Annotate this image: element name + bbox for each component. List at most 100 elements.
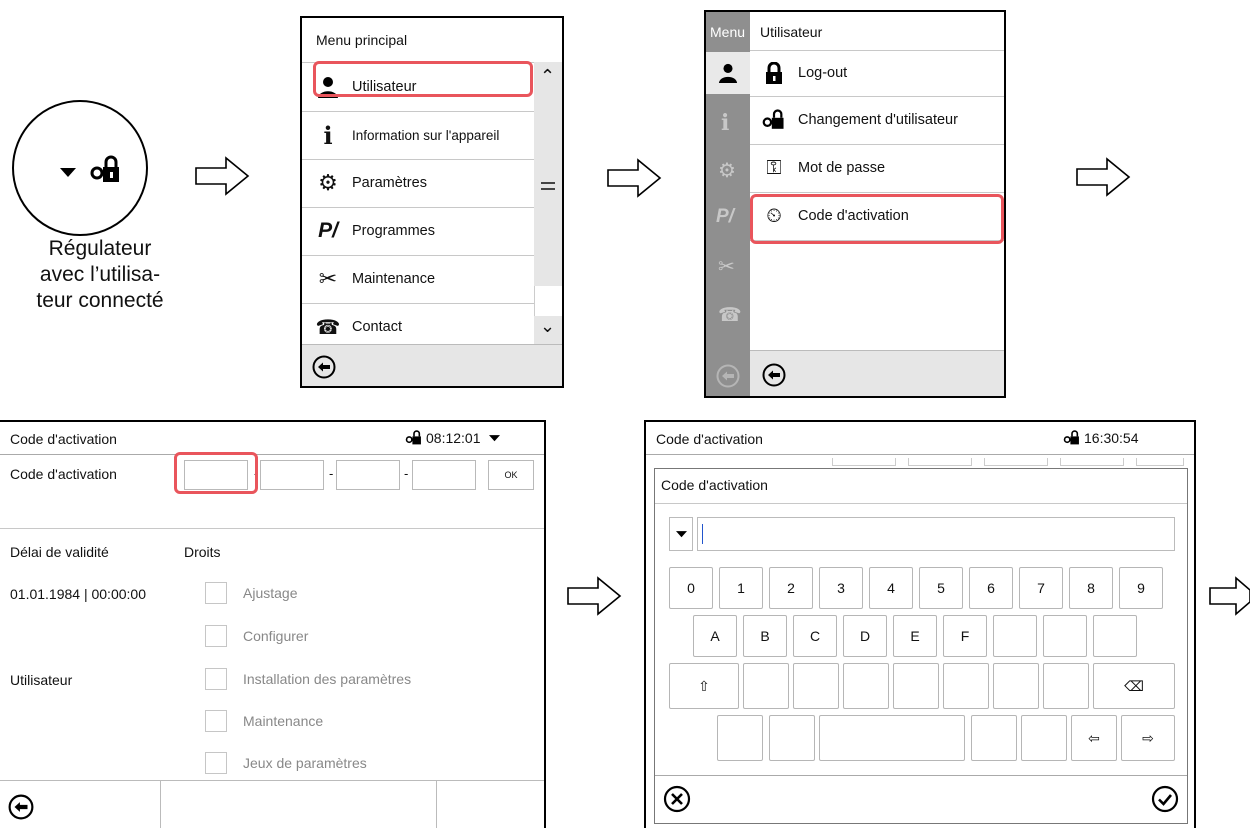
key-b[interactable]: B (743, 615, 787, 657)
right-label: Installation des paramètres (243, 671, 412, 687)
sidebar-gears-icon[interactable]: ⚙ (718, 158, 736, 183)
key-blank[interactable] (717, 715, 763, 761)
key-blank[interactable] (793, 663, 839, 709)
right-item[interactable]: Maintenance (205, 710, 505, 734)
sidebar-item-user[interactable] (706, 52, 750, 94)
user-icon (314, 73, 342, 101)
menu-item-programs[interactable]: P/ Programmes (314, 208, 534, 254)
sidebar-phone-icon[interactable]: ☎ (718, 304, 742, 327)
key-blank[interactable] (993, 663, 1039, 709)
dropdown-arrow-icon[interactable] (488, 434, 500, 442)
key-6[interactable]: 6 (969, 567, 1013, 609)
caption-line: Régulateur (48, 237, 152, 260)
right-item[interactable]: Configurer (205, 625, 505, 649)
menu-item-activation-code[interactable]: ⏲ Code d'activation (760, 193, 1000, 239)
menu-item-label: Information sur l'appareil (352, 127, 500, 143)
key-blank[interactable] (843, 663, 889, 709)
programs-icon: P/ (318, 219, 338, 242)
key-8[interactable]: 8 (1069, 567, 1113, 609)
screen-title: Utilisateur (760, 24, 823, 40)
sidebar-back-icon (716, 364, 740, 388)
key-blank[interactable] (971, 715, 1017, 761)
scroll-thumb[interactable] (534, 286, 562, 316)
cursor-left-key[interactable]: ⇦ (1071, 715, 1117, 761)
input-dropdown-button[interactable] (669, 517, 693, 551)
confirm-icon[interactable] (1151, 785, 1179, 813)
key-c[interactable]: C (793, 615, 837, 657)
scroll-up-icon[interactable]: ⌃ (540, 66, 555, 87)
password-icon: ⚿ (766, 156, 782, 179)
back-icon[interactable] (8, 794, 34, 820)
key-2[interactable]: 2 (769, 567, 813, 609)
code-field-3[interactable] (336, 460, 400, 490)
sidebar-programs-icon[interactable]: P/ (716, 206, 734, 228)
key-blank[interactable] (993, 615, 1037, 657)
footer-bar (750, 350, 1004, 396)
regulator-detail: Régulateur avec l’utilisa- teur connecté (0, 0, 190, 340)
rights-label: Droits (184, 544, 221, 560)
key-7[interactable]: 7 (1019, 567, 1063, 609)
checkbox[interactable] (205, 710, 227, 732)
key-4[interactable]: 4 (869, 567, 913, 609)
cursor-right-key[interactable]: ⇨ (1121, 715, 1175, 761)
scroll-down-icon[interactable]: ⌄ (540, 316, 555, 337)
checkbox[interactable] (205, 668, 227, 690)
key-5[interactable]: 5 (919, 567, 963, 609)
key-blank[interactable] (1043, 663, 1089, 709)
space-key[interactable] (819, 715, 965, 761)
right-item[interactable]: Installation des paramètres (205, 668, 505, 692)
key-3[interactable]: 3 (819, 567, 863, 609)
code-field-2[interactable] (260, 460, 324, 490)
checkbox[interactable] (205, 582, 227, 604)
menu-item-maintenance[interactable]: ✂ Maintenance (314, 256, 534, 302)
back-icon[interactable] (312, 355, 336, 379)
checkbox[interactable] (205, 625, 227, 647)
menu-item-change-user[interactable]: Changement d'utilisateur (760, 97, 1000, 143)
scroll-thumb-icon[interactable] (541, 182, 555, 190)
menu-item-user[interactable]: Utilisateur (314, 64, 534, 110)
checkbox[interactable] (205, 752, 227, 774)
key-blank[interactable] (943, 663, 989, 709)
key-blank[interactable] (893, 663, 939, 709)
sidebar-info-icon[interactable]: i (721, 110, 729, 136)
right-item[interactable]: Jeux de paramètres (205, 752, 505, 776)
main-menu-screen: Menu principal Utilisateur i Information… (300, 16, 564, 388)
menu-item-label: Mot de passe (798, 160, 886, 176)
key-blank[interactable] (1093, 615, 1137, 657)
sidebar-tools-icon[interactable]: ✂ (718, 254, 735, 279)
key-blank[interactable] (1043, 615, 1087, 657)
key-blank[interactable] (743, 663, 789, 709)
activation-code-icon: ⏲ (766, 204, 782, 227)
menu-item-device-info[interactable]: i Information sur l'appareil (314, 112, 534, 158)
code-field-1[interactable] (184, 460, 248, 490)
code-input[interactable] (697, 517, 1175, 551)
menu-item-logout[interactable]: Log-out (760, 50, 1000, 96)
key-9[interactable]: 9 (1119, 567, 1163, 609)
user-icon (718, 63, 738, 83)
screen-title: Code d'activation (656, 431, 763, 447)
key-blank[interactable] (1021, 715, 1067, 761)
text-cursor (702, 524, 703, 544)
key-d[interactable]: D (843, 615, 887, 657)
key-f[interactable]: F (943, 615, 987, 657)
key-1[interactable]: 1 (719, 567, 763, 609)
key-blank[interactable] (769, 715, 815, 761)
key-a[interactable]: A (693, 615, 737, 657)
screen-title: Code d'activation (10, 431, 117, 447)
code-field-4[interactable] (412, 460, 476, 490)
menu-item-password[interactable]: ⚿ Mot de passe (760, 145, 1000, 191)
backspace-key[interactable]: ⌫ (1093, 663, 1175, 709)
menu-item-label: Utilisateur (352, 79, 417, 95)
user-change-icon (760, 106, 788, 134)
menu-item-parameters[interactable]: ⚙ Paramètres (314, 160, 534, 206)
flow-arrow-icon (195, 156, 250, 196)
key-e[interactable]: E (893, 615, 937, 657)
menu-item-label: Code d'activation (798, 208, 909, 224)
scrollbar[interactable]: ⌃ ⌄ (534, 62, 562, 344)
right-item[interactable]: Ajustage (205, 582, 505, 606)
key-0[interactable]: 0 (669, 567, 713, 609)
back-icon[interactable] (762, 363, 786, 387)
shift-key[interactable]: ⇧ (669, 663, 739, 709)
cancel-icon[interactable] (663, 785, 691, 813)
ok-button[interactable]: OK (488, 460, 534, 490)
